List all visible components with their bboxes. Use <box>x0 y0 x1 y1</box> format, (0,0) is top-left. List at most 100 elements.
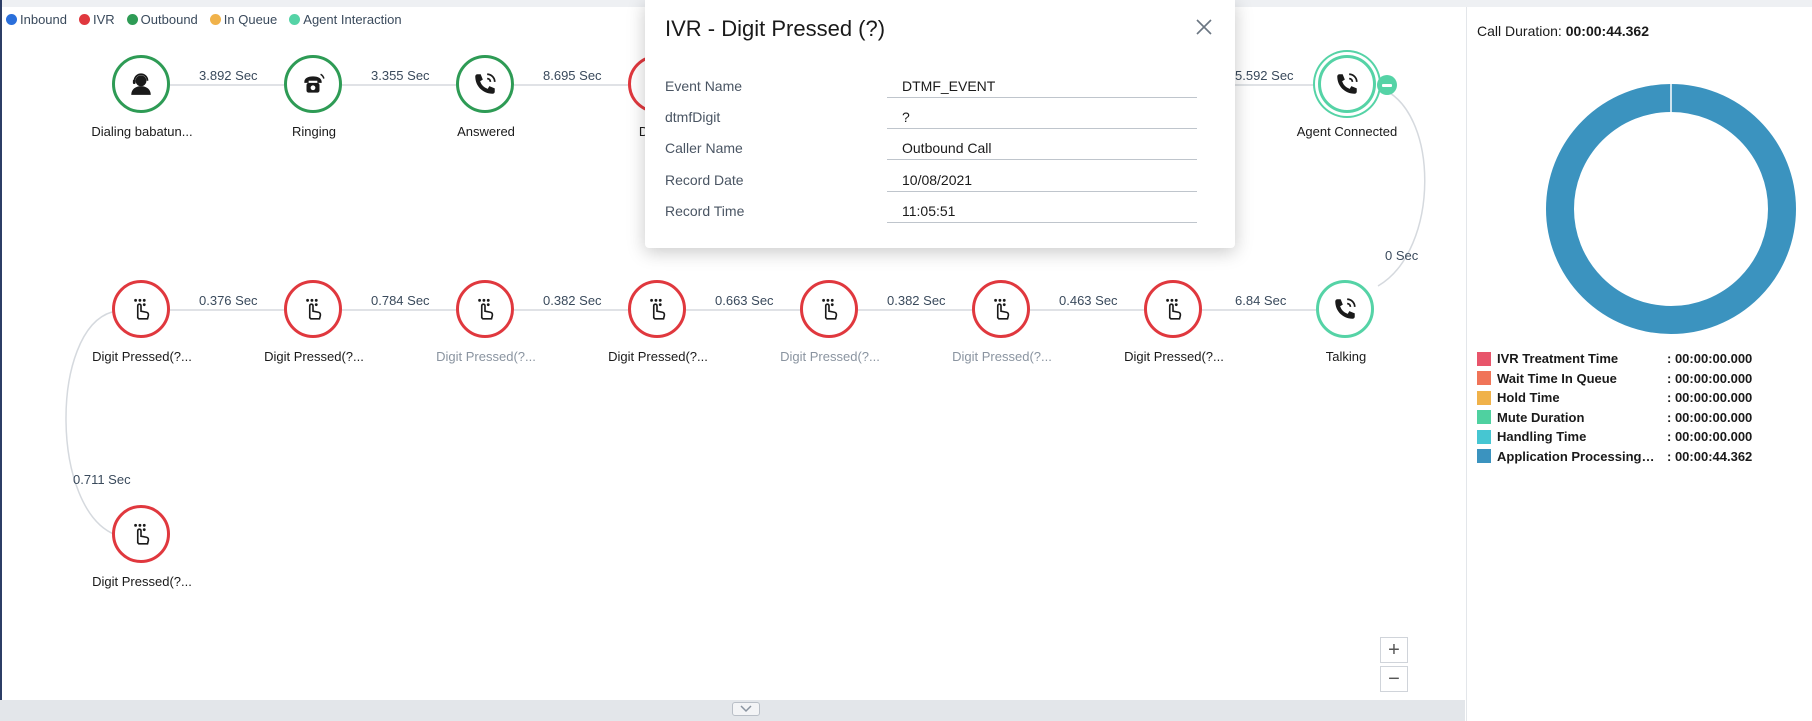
digit-pressed-icon <box>650 298 666 320</box>
popup-field-row: Event Name DTMF_EVENT <box>665 70 1197 102</box>
legend-item-outbound[interactable]: Outbound <box>126 11 198 27</box>
close-icon[interactable] <box>1193 16 1215 38</box>
call-duration: Call Duration: 00:00:44.362 <box>1477 23 1649 39</box>
flow-node-label: Digit Pressed(?... <box>436 349 536 364</box>
popup-field-value: Outbound Call <box>887 132 1197 160</box>
flow-node-digit-pressed[interactable] <box>112 505 170 563</box>
minus-icon <box>1382 83 1392 87</box>
flow-node-digit-pressed[interactable] <box>112 280 170 338</box>
popup-field-value: DTMF_EVENT <box>887 70 1197 98</box>
popup-field-row: Caller Name Outbound Call <box>665 132 1197 164</box>
duration-label: 3.355 Sec <box>371 68 430 83</box>
duration-label: 0.463 Sec <box>1059 293 1118 308</box>
breakdown-row: Wait Time In Queue : 00:00:00.000 <box>1477 369 1807 389</box>
flow-node-answered[interactable] <box>456 55 514 113</box>
agent-headset-icon <box>131 73 151 95</box>
breakdown-value: : 00:00:44.362 <box>1667 448 1753 464</box>
duration-label: 0.711 Sec <box>73 472 131 487</box>
duration-label: 5.592 Sec <box>1235 68 1294 83</box>
breakdown-row: Application Processing Ti... : 00:00:44.… <box>1477 447 1807 467</box>
popup-field-row: Record Date 10/08/2021 <box>665 164 1197 196</box>
flow-node-label: Talking <box>1325 349 1367 364</box>
popup-field-key: Event Name <box>665 78 743 94</box>
popup-field-key: dtmfDigit <box>665 109 721 125</box>
flow-node-label: Agent Connected <box>1296 124 1398 139</box>
expand-panel-handle[interactable] <box>732 702 760 716</box>
legend-item-agent-interaction[interactable]: Agent Interaction <box>289 11 402 27</box>
flow-node-ringing[interactable] <box>284 55 342 113</box>
ringing-phone-icon <box>304 73 325 93</box>
breakdown-value: : 00:00:00.000 <box>1667 351 1753 367</box>
phone-call-icon <box>475 73 496 94</box>
popup-field-key: Record Date <box>665 172 744 188</box>
legend-item-ivr[interactable]: IVR <box>79 12 115 27</box>
legend-swatch <box>1477 449 1491 464</box>
flow-node-label: Answered <box>457 124 515 139</box>
popup-field-row: dtmfDigit ? <box>665 101 1197 133</box>
legend-dot <box>209 13 221 25</box>
duration-label: 0.663 Sec <box>715 293 774 308</box>
zoom-out-button[interactable]: − <box>1380 666 1408 692</box>
flow-node-digit-pressed[interactable] <box>284 280 342 338</box>
flow-node-dialing[interactable] <box>112 55 170 113</box>
legend-swatch <box>1477 410 1491 425</box>
popup-field-value: ? <box>887 101 1197 129</box>
legend-label: Outbound <box>140 11 198 27</box>
flow-node-digit-pressed[interactable] <box>628 280 686 338</box>
duration-label: 0.784 Sec <box>371 293 430 308</box>
flow-node-digit-pressed[interactable] <box>456 280 514 338</box>
legend-label: IVR <box>93 11 115 27</box>
flow-node-label: Digit Pressed(?... <box>952 349 1052 364</box>
flow-node-label: Digit Pressed(?... <box>264 349 364 364</box>
breakdown-row: IVR Treatment Time : 00:00:00.000 <box>1477 349 1807 369</box>
legend-swatch <box>1477 371 1491 386</box>
flow-node-digit-pressed[interactable] <box>800 280 858 338</box>
flow-node-label: Ringing <box>291 124 337 139</box>
flow-node-label: Digit Pressed(?... <box>92 574 192 589</box>
legend-swatch <box>1477 390 1491 405</box>
breakdown-label: Wait Time In Queue <box>1497 370 1617 386</box>
flow-node-talking[interactable] <box>1316 280 1374 338</box>
flow-node-label: Digit Pressed(?... <box>608 349 708 364</box>
flow-node-label: Digit Pressed(?... <box>780 349 880 364</box>
breakdown-label: IVR Treatment Time <box>1497 351 1619 367</box>
flow-node-label: Digit Pressed(?... <box>1124 349 1224 364</box>
duration-label: 0.376 Sec <box>199 293 258 308</box>
legend-item-inbound[interactable]: Inbound <box>6 12 67 27</box>
legend-label: Agent Interaction <box>303 11 402 27</box>
breakdown-label: Mute Duration <box>1497 409 1585 425</box>
legend-dot <box>126 13 138 25</box>
collapse-node-button[interactable] <box>1377 75 1397 95</box>
phone-call-icon <box>1337 73 1358 94</box>
breakdown-label: Application Processing Ti... <box>1497 448 1657 464</box>
breakdown-value: : 00:00:00.000 <box>1667 409 1753 425</box>
legend-item-in-queue[interactable]: In Queue <box>209 11 278 27</box>
phone-call-icon <box>1335 298 1356 319</box>
zoom-in-button[interactable]: + <box>1380 637 1408 663</box>
breakdown-label: Handling Time <box>1497 429 1587 445</box>
duration-label: 8.695 Sec <box>543 68 602 83</box>
chevron-down-icon <box>740 705 752 713</box>
breakdown-row: Mute Duration : 00:00:00.000 <box>1477 408 1807 428</box>
duration-donut-chart <box>1546 83 1796 334</box>
legend-dot <box>6 13 17 25</box>
duration-label: 3.892 Sec <box>199 68 258 83</box>
duration-label: 0.382 Sec <box>543 293 602 308</box>
popup-field-value: 11:05:51 <box>887 195 1197 223</box>
flow-node-agent-connected[interactable] <box>1318 55 1376 113</box>
legend-label: Inbound <box>20 11 67 27</box>
call-duration-value: 00:00:44.362 <box>1565 23 1650 39</box>
digit-pressed-icon <box>306 298 322 320</box>
digit-pressed-icon <box>822 298 838 320</box>
digit-pressed-icon <box>1166 298 1182 320</box>
legend-label: In Queue <box>223 11 278 27</box>
digit-pressed-icon <box>134 523 150 545</box>
event-details-popup: IVR - Digit Pressed (?) Event Name DTMF_… <box>645 0 1235 248</box>
popup-field-value: 10/08/2021 <box>887 164 1197 192</box>
breakdown-row: Handling Time : 00:00:00.000 <box>1477 427 1807 447</box>
duration-label: 6.84 Sec <box>1235 293 1287 308</box>
breakdown-value: : 00:00:00.000 <box>1667 390 1753 406</box>
breakdown-row: Hold Time : 00:00:00.000 <box>1477 388 1807 408</box>
flow-node-digit-pressed[interactable] <box>972 280 1030 338</box>
flow-node-digit-pressed[interactable] <box>1144 280 1202 338</box>
